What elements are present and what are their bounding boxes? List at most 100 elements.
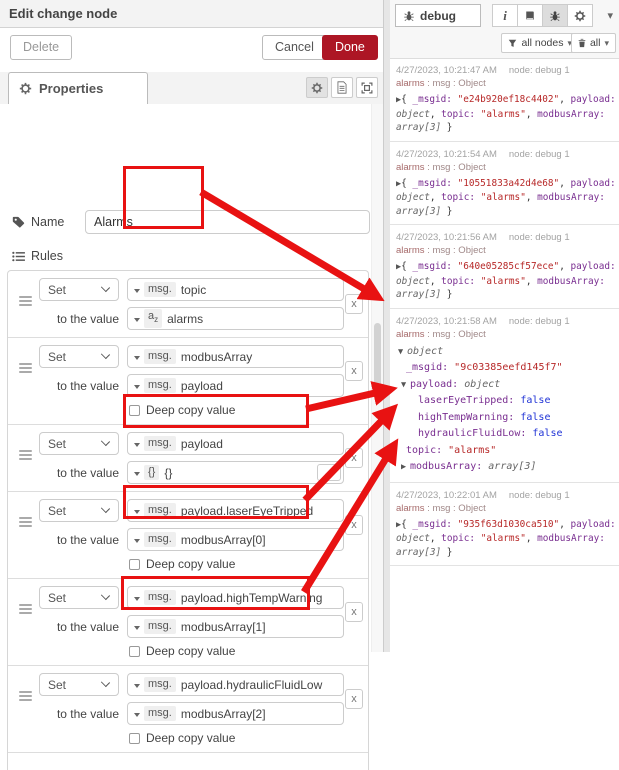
property-input[interactable]: msg. modbusArray <box>127 345 344 368</box>
done-button[interactable]: Done <box>322 35 378 60</box>
cancel-button[interactable]: Cancel <box>262 35 327 60</box>
document-icon <box>336 81 348 94</box>
action-select-value: Set <box>48 437 66 451</box>
type-chip-msg[interactable]: msg. <box>144 349 176 364</box>
type-caret-icon[interactable] <box>134 385 140 392</box>
deep-copy-checkbox[interactable] <box>129 646 140 657</box>
remove-rule-button[interactable]: x <box>345 602 363 622</box>
field-value: false <box>520 395 550 406</box>
remove-rule-button[interactable]: x <box>345 361 363 381</box>
type-caret-icon[interactable] <box>134 318 140 325</box>
action-select-value: Set <box>48 678 66 692</box>
value-input[interactable]: msg. modbusArray[1] <box>127 615 344 638</box>
type-caret-icon[interactable] <box>134 626 140 633</box>
type-caret-icon[interactable] <box>134 684 140 691</box>
action-select[interactable]: Set <box>39 499 119 522</box>
message-json-preview[interactable]: ▶{ _msgid: "10551833a42d4e68", payload: … <box>396 177 616 219</box>
value-input[interactable]: msg. modbusArray[0] <box>127 528 344 551</box>
debug-messages-button[interactable] <box>542 4 568 27</box>
drag-handle[interactable] <box>19 296 32 308</box>
remove-rule-button[interactable]: x <box>345 448 363 468</box>
value-input[interactable]: msg. modbusArray[2] <box>127 702 344 725</box>
tab-properties[interactable]: Properties <box>8 72 148 104</box>
value-text: modbusArray[0] <box>181 533 266 547</box>
dialog-button-row: Delete Cancel Done <box>0 28 383 72</box>
drag-handle[interactable] <box>19 517 32 529</box>
property-input[interactable]: msg. topic <box>127 278 344 301</box>
type-caret-icon[interactable] <box>134 443 140 450</box>
message-node: node: debug 1 <box>509 65 570 76</box>
message-node: node: debug 1 <box>509 149 570 160</box>
message-json-preview[interactable]: ▶{ _msgid: "640e05285cf57ece", payload: … <box>396 260 616 302</box>
deep-copy-label: Deep copy value <box>146 644 235 658</box>
collapse-caret-icon[interactable]: ▼ <box>398 344 407 361</box>
dialog-title: Edit change node <box>0 0 383 28</box>
value-input[interactable]: {} {} ... <box>127 461 344 484</box>
debug-toolbar: i <box>493 4 593 27</box>
drag-handle[interactable] <box>19 691 32 703</box>
type-chip-msg[interactable]: msg. <box>144 436 176 451</box>
name-input[interactable] <box>85 210 370 234</box>
action-select[interactable]: Set <box>39 586 119 609</box>
type-chip-msg[interactable]: msg. <box>144 532 176 547</box>
node-info-button[interactable]: i <box>492 4 518 27</box>
payload-key: payload: <box>410 379 464 390</box>
drag-handle[interactable] <box>19 604 32 616</box>
expand-editor-button[interactable]: ... <box>317 464 341 481</box>
remove-rule-button[interactable]: x <box>345 689 363 709</box>
remove-rule-button[interactable]: x <box>345 294 363 314</box>
delete-button[interactable]: Delete <box>10 35 72 60</box>
message-json-preview[interactable]: ▶{ _msgid: "935f63d1030ca510", payload: … <box>396 518 616 560</box>
clear-messages-dropdown[interactable]: all ▾ <box>571 33 616 53</box>
type-caret-icon[interactable] <box>134 356 140 363</box>
type-caret-icon[interactable] <box>134 597 140 604</box>
deep-copy-checkbox[interactable] <box>129 559 140 570</box>
deep-copy-checkbox[interactable] <box>129 405 140 416</box>
filter-nodes-dropdown[interactable]: all nodes ▾ <box>501 33 579 53</box>
remove-rule-button[interactable]: x <box>345 515 363 535</box>
type-chip-msg[interactable]: msg. <box>144 378 176 393</box>
description-button[interactable] <box>331 77 353 98</box>
message-node: node: debug 1 <box>509 490 570 501</box>
message-json-preview[interactable]: ▶{ _msgid: "e24b920ef18c4402", payload: … <box>396 93 616 135</box>
property-input[interactable]: msg. payload.laserEyeTripped <box>127 499 344 522</box>
type-chip-json[interactable]: {} <box>144 465 159 480</box>
value-input[interactable]: msg. payload <box>127 374 344 397</box>
type-caret-icon[interactable] <box>134 472 140 479</box>
type-caret-icon[interactable] <box>134 289 140 296</box>
action-select[interactable]: Set <box>39 432 119 455</box>
value-input[interactable]: az alarms <box>127 307 344 330</box>
property-input[interactable]: msg. payload <box>127 432 344 455</box>
expand-caret-icon[interactable]: ▶ <box>401 459 410 476</box>
help-button[interactable] <box>517 4 543 27</box>
expand-dialog-button[interactable] <box>356 77 378 98</box>
type-chip-string[interactable]: az <box>144 309 162 327</box>
type-caret-icon[interactable] <box>134 713 140 720</box>
scrollbar-thumb[interactable] <box>374 323 381 397</box>
type-caret-icon[interactable] <box>134 539 140 546</box>
action-select[interactable]: Set <box>39 345 119 368</box>
field-key: hydraulicFluidLow: <box>418 428 532 439</box>
properties-gear-button[interactable] <box>306 77 328 98</box>
type-chip-msg[interactable]: msg. <box>144 619 176 634</box>
type-chip-msg[interactable]: msg. <box>144 590 176 605</box>
type-caret-icon[interactable] <box>134 510 140 517</box>
type-chip-msg[interactable]: msg. <box>144 282 176 297</box>
property-input[interactable]: msg. payload.highTempWarning <box>127 586 344 609</box>
action-select[interactable]: Set <box>39 278 119 301</box>
type-chip-msg[interactable]: msg. <box>144 503 176 518</box>
collapse-caret-icon[interactable]: ▼ <box>401 377 410 394</box>
drag-handle[interactable] <box>19 450 32 462</box>
topic-key: topic: <box>406 445 448 456</box>
type-chip-msg[interactable]: msg. <box>144 706 176 721</box>
editor-scrollbar[interactable] <box>371 104 383 652</box>
drag-handle[interactable] <box>19 363 32 375</box>
chevron-down-icon[interactable]: ▾ <box>607 9 613 22</box>
deep-copy-checkbox[interactable] <box>129 733 140 744</box>
type-chip-msg[interactable]: msg. <box>144 677 176 692</box>
tab-debug[interactable]: debug <box>395 4 481 27</box>
config-nodes-button[interactable] <box>567 4 593 27</box>
deep-copy-label: Deep copy value <box>146 557 235 571</box>
property-input[interactable]: msg. payload.hydraulicFluidLow <box>127 673 344 696</box>
action-select[interactable]: Set <box>39 673 119 696</box>
